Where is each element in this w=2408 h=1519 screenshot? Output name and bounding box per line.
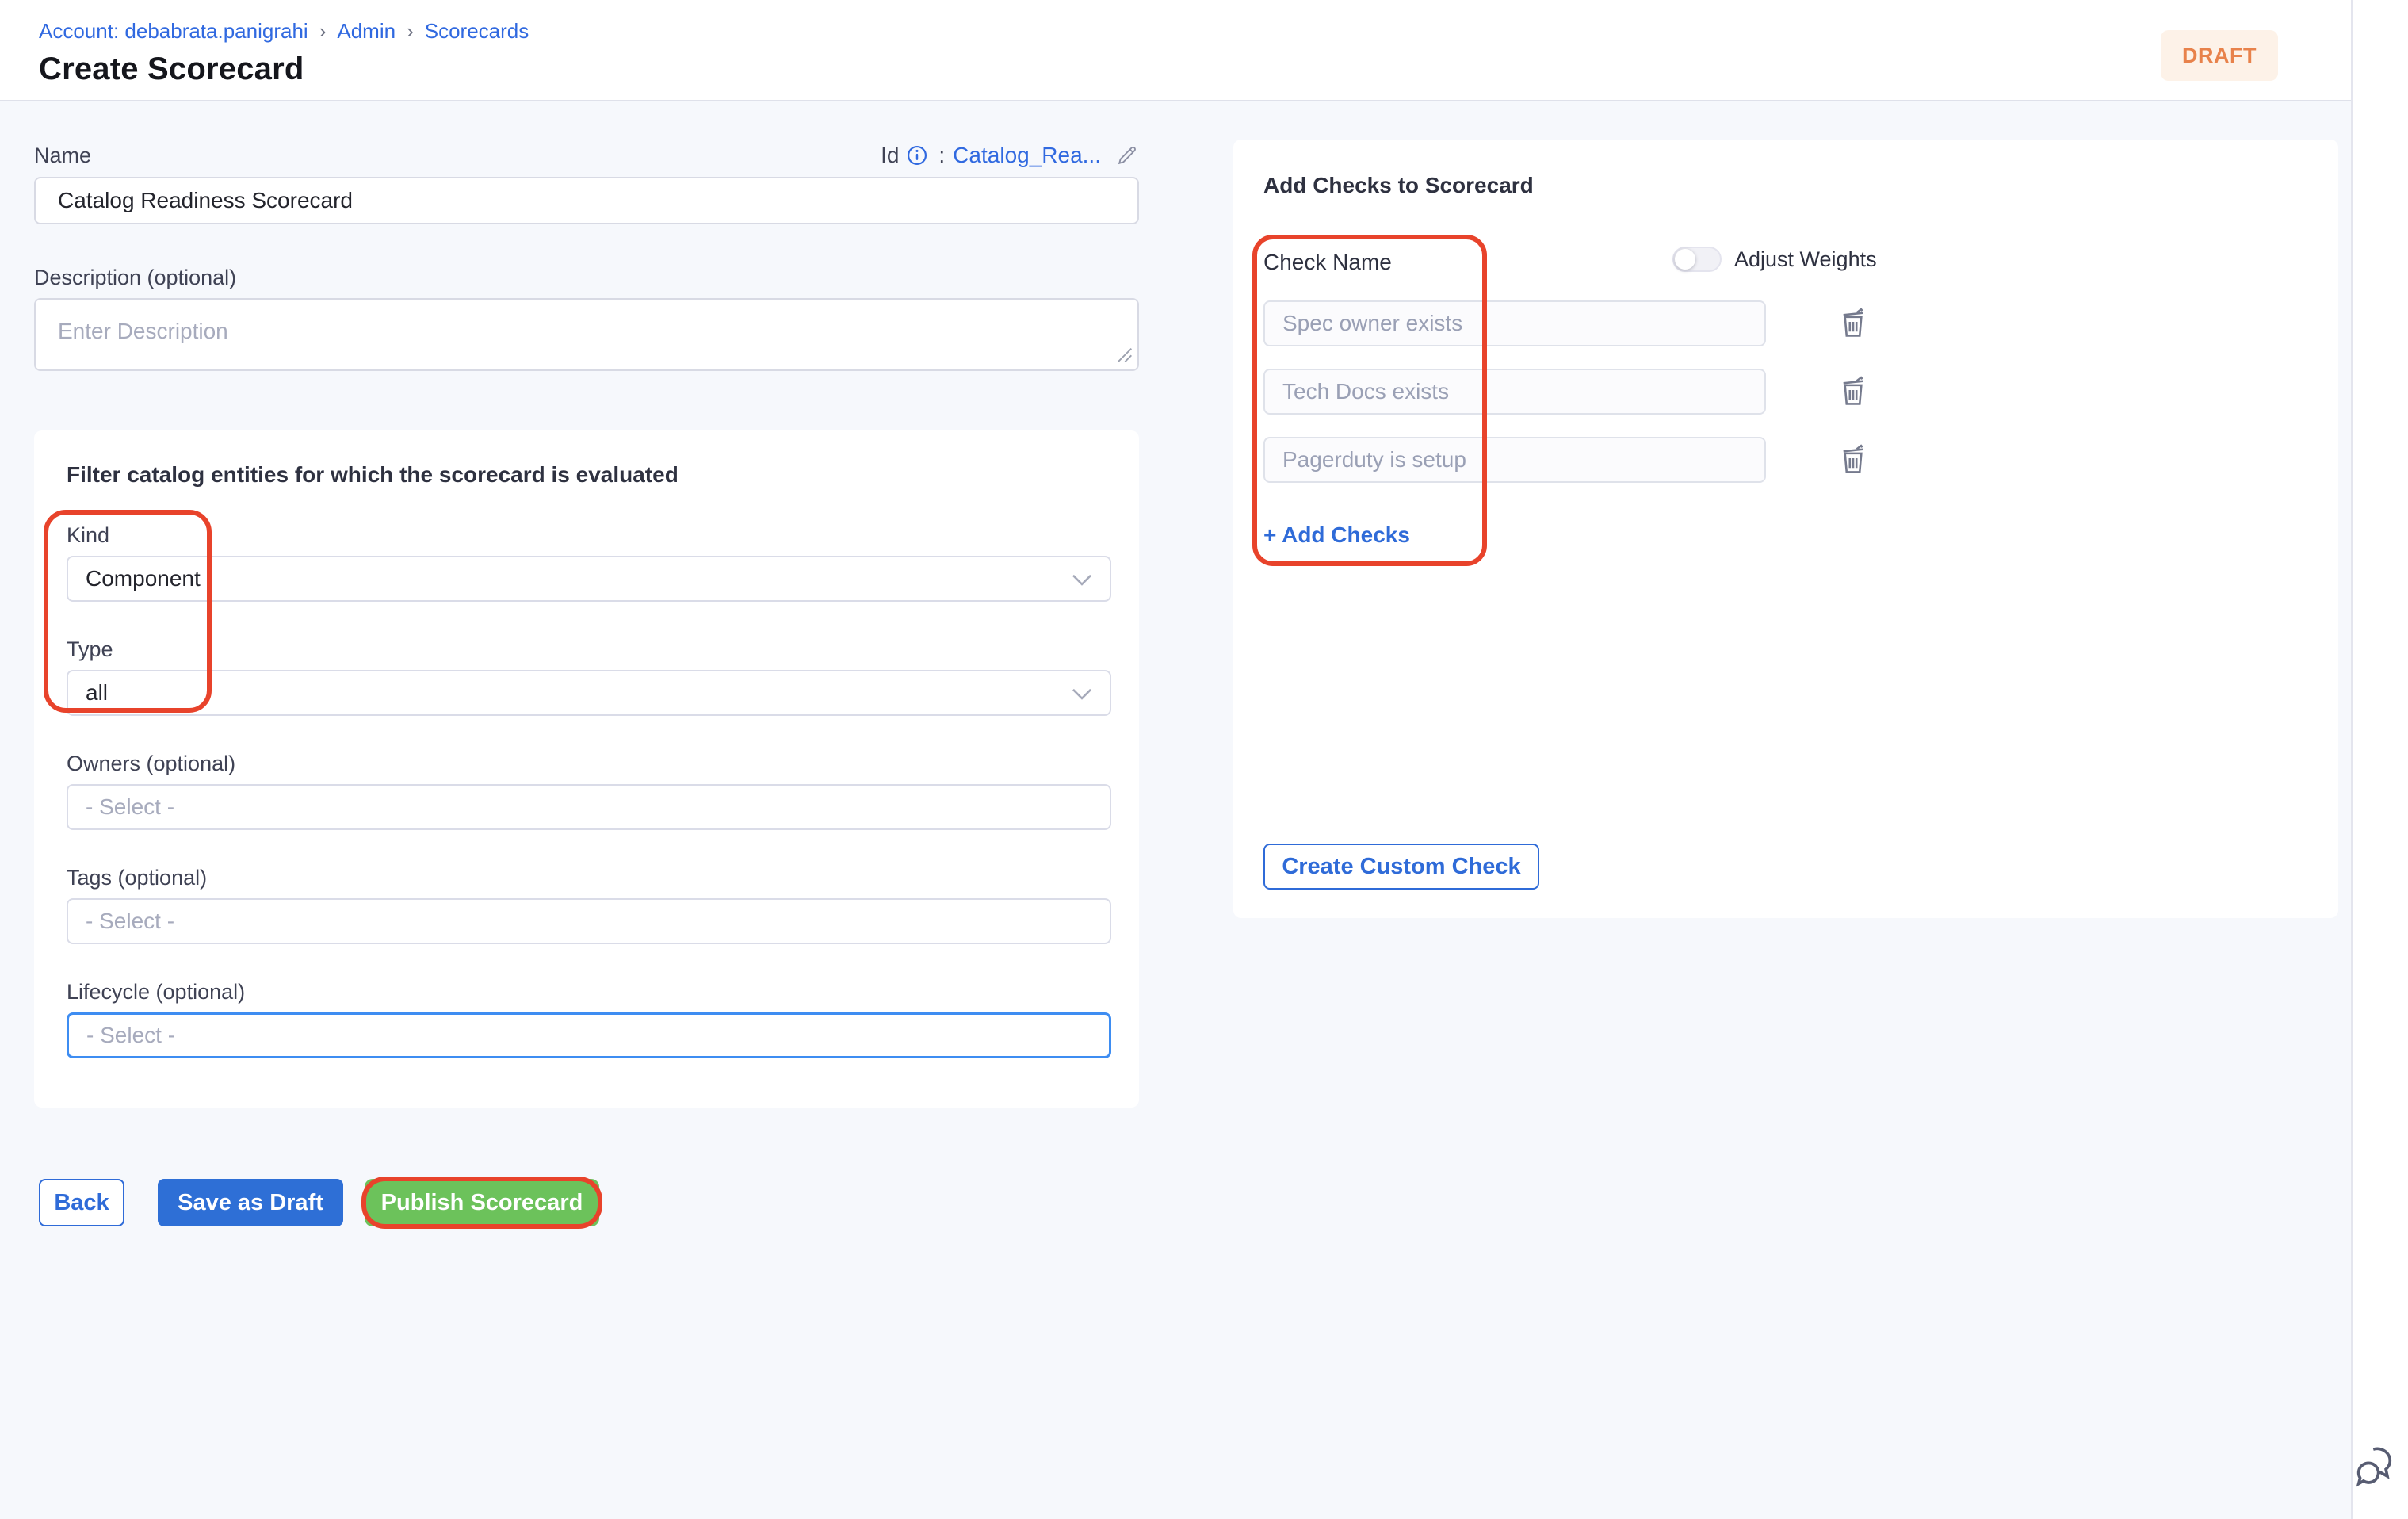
lifecycle-placeholder: - Select - xyxy=(86,1023,175,1048)
type-dropdown[interactable]: all xyxy=(67,670,1111,716)
description-label: Description (optional) xyxy=(34,266,1139,290)
description-textarea[interactable] xyxy=(34,298,1139,371)
scorecard-form: Name Id : Catalog_Rea... Description (op… xyxy=(34,143,1139,1226)
chevron-down-icon xyxy=(1072,680,1092,706)
scroll-gutter xyxy=(2351,0,2408,1519)
owners-placeholder: - Select - xyxy=(86,794,174,820)
adjust-weights-group: Adjust Weights xyxy=(1672,247,1877,272)
delete-check-button[interactable] xyxy=(1836,304,1871,342)
page-content: Name Id : Catalog_Rea... Description (op… xyxy=(0,101,2351,1519)
publish-button-wrap: Publish Scorecard xyxy=(365,1179,599,1226)
check-name-column-header: Check Name xyxy=(1263,250,1392,275)
type-field: Type all xyxy=(67,637,1111,716)
trash-icon xyxy=(1839,374,1867,410)
checks-card-title: Add Checks to Scorecard xyxy=(1263,173,2308,198)
breadcrumb: Account: debabrata.panigrahi › Admin › S… xyxy=(39,19,2351,44)
lifecycle-field: Lifecycle (optional) - Select - xyxy=(67,980,1111,1058)
chevron-down-icon xyxy=(1072,566,1092,591)
scorecard-id-link[interactable]: Catalog_Rea... xyxy=(953,143,1101,168)
type-value: all xyxy=(86,680,108,706)
page-title: Create Scorecard xyxy=(39,52,2351,87)
type-label: Type xyxy=(67,637,1111,662)
create-custom-check-button[interactable]: Create Custom Check xyxy=(1263,844,1539,890)
breadcrumb-account-link[interactable]: Account: debabrata.panigrahi xyxy=(39,19,308,44)
check-row xyxy=(1263,437,2308,483)
page-header: Account: debabrata.panigrahi › Admin › S… xyxy=(0,0,2351,101)
toggle-knob xyxy=(1675,249,1695,270)
lifecycle-label: Lifecycle (optional) xyxy=(67,980,1111,1004)
check-name-input[interactable] xyxy=(1263,300,1766,346)
pencil-icon[interactable] xyxy=(1115,143,1139,167)
tags-field: Tags (optional) - Select - xyxy=(67,866,1111,944)
check-row xyxy=(1263,300,2308,346)
owners-label: Owners (optional) xyxy=(67,752,1111,776)
id-label: Id xyxy=(881,143,899,168)
publish-scorecard-button[interactable]: Publish Scorecard xyxy=(365,1179,599,1226)
kind-label: Kind xyxy=(67,523,1111,548)
breadcrumb-admin-link[interactable]: Admin xyxy=(337,19,396,44)
form-actions: Back Save as Draft Publish Scorecard xyxy=(39,1179,1139,1226)
breadcrumb-separator: › xyxy=(407,19,414,44)
check-name-input[interactable] xyxy=(1263,369,1766,415)
tags-label: Tags (optional) xyxy=(67,866,1111,890)
trash-icon xyxy=(1839,442,1867,478)
check-row xyxy=(1263,369,2308,415)
status-badge: DRAFT xyxy=(2161,30,2278,81)
tags-select[interactable]: - Select - xyxy=(67,898,1111,944)
kind-dropdown[interactable]: Component xyxy=(67,556,1111,602)
id-row: Id : Catalog_Rea... xyxy=(881,143,1139,168)
owners-select[interactable]: - Select - xyxy=(67,784,1111,830)
resize-handle-icon[interactable] xyxy=(1117,347,1133,367)
chat-bubbles-icon[interactable] xyxy=(2354,1441,2402,1492)
save-as-draft-button[interactable]: Save as Draft xyxy=(158,1179,343,1226)
lifecycle-select[interactable]: - Select - xyxy=(67,1012,1111,1058)
check-name-input[interactable] xyxy=(1263,437,1766,483)
owners-field: Owners (optional) - Select - xyxy=(67,752,1111,830)
filter-card: Filter catalog entities for which the sc… xyxy=(34,430,1139,1108)
id-colon: : xyxy=(938,143,945,168)
adjust-weights-toggle[interactable] xyxy=(1672,247,1722,272)
delete-check-button[interactable] xyxy=(1836,373,1871,411)
tags-placeholder: - Select - xyxy=(86,909,174,934)
back-button[interactable]: Back xyxy=(39,1179,124,1226)
checks-header: Check Name Adjust Weights xyxy=(1263,247,2308,278)
info-icon[interactable] xyxy=(907,145,927,166)
filter-section-title: Filter catalog entities for which the sc… xyxy=(67,462,1111,488)
trash-icon xyxy=(1839,306,1867,342)
delete-check-button[interactable] xyxy=(1836,441,1871,479)
name-label: Name xyxy=(34,143,91,168)
add-checks-button[interactable]: + Add Checks xyxy=(1263,522,1410,548)
kind-value: Component xyxy=(86,566,201,591)
name-input[interactable] xyxy=(34,177,1139,224)
adjust-weights-label: Adjust Weights xyxy=(1734,247,1877,272)
kind-field: Kind Component xyxy=(67,523,1111,602)
breadcrumb-separator: › xyxy=(319,19,327,44)
add-checks-card: Add Checks to Scorecard Check Name Adjus… xyxy=(1233,140,2338,918)
create-scorecard-page: Account: debabrata.panigrahi › Admin › S… xyxy=(0,0,2408,1519)
breadcrumb-scorecards-link[interactable]: Scorecards xyxy=(425,19,529,44)
